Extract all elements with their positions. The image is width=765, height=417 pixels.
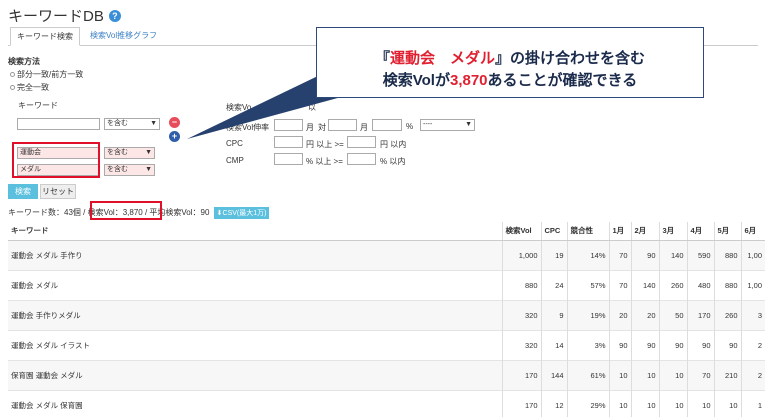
- callout-line2-prefix: 検索Volが: [382, 72, 450, 89]
- callout-line1-highlight: 運動会 メダル: [389, 50, 495, 67]
- callout-line1-suffix: 』の掛け合わせを含む: [495, 50, 646, 67]
- callout-line1: 『運動会 メダル』の掛け合わせを含む: [317, 47, 703, 68]
- callout-box: 『運動会 メダル』の掛け合わせを含む 検索Volが3,870あることが確認できる: [316, 27, 704, 98]
- callout-line2-suffix: あることが確認できる: [487, 72, 638, 89]
- callout-line1-prefix: 『: [374, 50, 390, 67]
- callout-line2: 検索Volが3,870あることが確認できる: [317, 69, 703, 90]
- callout-line2-highlight: 3,870: [449, 72, 488, 89]
